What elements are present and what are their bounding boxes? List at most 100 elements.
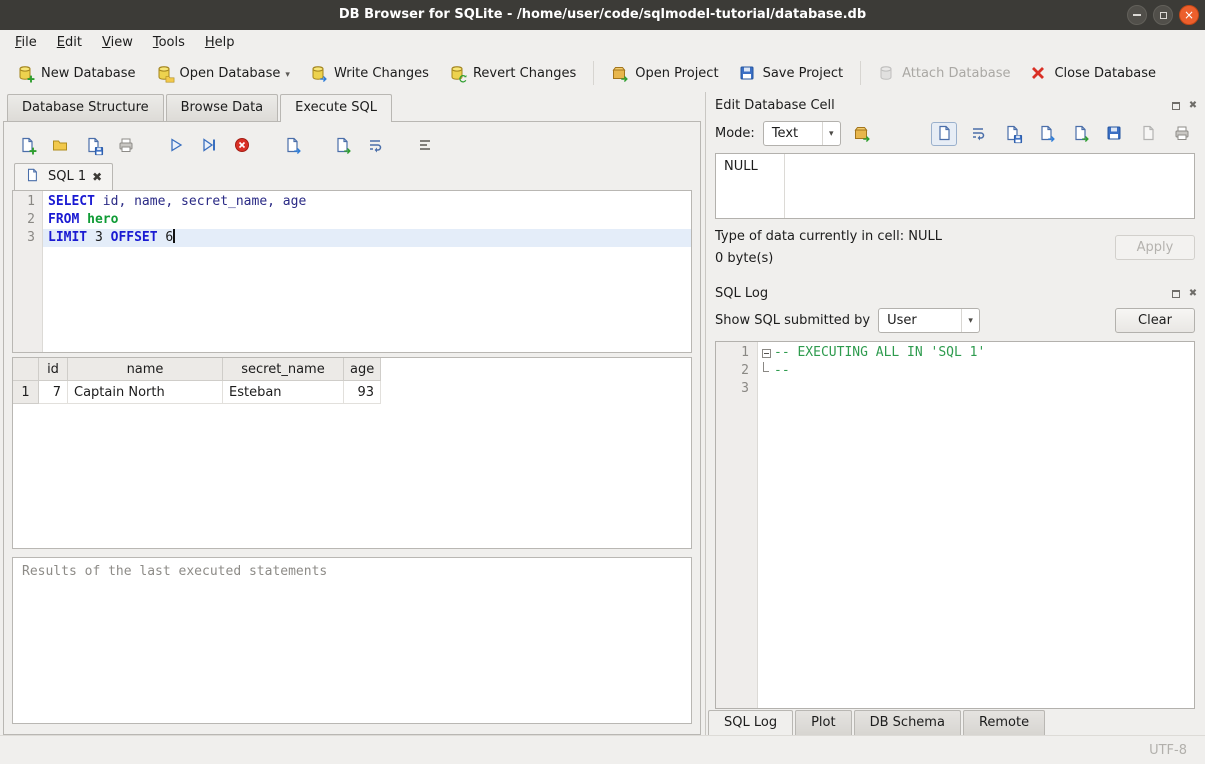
import-file-button[interactable] bbox=[1067, 122, 1093, 146]
find-replace-button[interactable] bbox=[362, 132, 388, 158]
maximize-button[interactable] bbox=[1153, 5, 1173, 25]
edit-cell-header: Edit Database Cell ✖ bbox=[706, 92, 1205, 117]
menu-edit[interactable]: Edit bbox=[48, 32, 91, 53]
find-replace-icon bbox=[367, 137, 384, 154]
bottom-tabbar: SQL Log Plot DB Schema Remote bbox=[706, 709, 1205, 735]
dock-icons: ✖ bbox=[1170, 100, 1199, 112]
cell-mode-row: Mode: Text ▾ bbox=[706, 117, 1205, 146]
copy-icon bbox=[1004, 125, 1021, 142]
execute-all-button[interactable] bbox=[163, 132, 189, 158]
sql-file-icon bbox=[25, 168, 42, 185]
new-sql-tab-button[interactable] bbox=[14, 132, 40, 158]
execute-all-icon bbox=[168, 137, 185, 154]
column-header-age[interactable]: age bbox=[344, 358, 381, 381]
results-header-row: id name secret_name age bbox=[13, 358, 691, 381]
write-changes-button[interactable]: Write Changes bbox=[301, 59, 438, 88]
float-dock-icon[interactable] bbox=[1170, 288, 1182, 300]
save-project-button[interactable]: Save Project bbox=[730, 59, 853, 88]
fold-marker-icon[interactable] bbox=[758, 344, 774, 362]
import-sql-button[interactable] bbox=[329, 132, 355, 158]
cell-size-info: 0 byte(s) bbox=[715, 251, 1115, 266]
cell-edit-area[interactable] bbox=[785, 154, 1194, 218]
open-sql-file-button[interactable] bbox=[47, 132, 73, 158]
sql-editor[interactable]: 1 2 3 SELECT id, name, secret_name, age … bbox=[12, 190, 692, 353]
code-line-3: LIMIT 3 OFFSET 6 bbox=[43, 229, 691, 247]
clear-log-button[interactable]: Clear bbox=[1115, 308, 1195, 333]
open-database-button[interactable]: Open Database ▾ bbox=[147, 59, 299, 88]
new-database-button[interactable]: New Database bbox=[8, 59, 145, 88]
new-database-icon bbox=[17, 65, 34, 82]
close-button[interactable]: × bbox=[1179, 5, 1199, 25]
tab-execute-sql[interactable]: Execute SQL bbox=[280, 94, 392, 122]
cell-type-info: Type of data currently in cell: NULL bbox=[715, 229, 1115, 244]
copy-cell-button[interactable] bbox=[999, 122, 1025, 146]
cell-value-editor[interactable]: NULL bbox=[715, 153, 1195, 219]
menu-tools[interactable]: Tools bbox=[144, 32, 194, 53]
cell-age[interactable]: 93 bbox=[344, 381, 381, 404]
format-sql-button[interactable] bbox=[412, 132, 438, 158]
cell-secret-name[interactable]: Esteban Rogelios bbox=[223, 381, 344, 404]
word-wrap-button[interactable] bbox=[965, 122, 991, 146]
execute-line-button[interactable] bbox=[196, 132, 222, 158]
text-mode-button[interactable] bbox=[931, 122, 957, 146]
close-database-button[interactable]: Close Database bbox=[1021, 59, 1165, 88]
line-number: 1 bbox=[716, 344, 749, 362]
minimize-button[interactable] bbox=[1127, 5, 1147, 25]
print-cell-button[interactable] bbox=[1169, 122, 1195, 146]
open-project-button[interactable]: Open Project bbox=[602, 59, 727, 88]
close-dock-icon[interactable]: ✖ bbox=[1187, 288, 1199, 300]
save-sql-file-button[interactable] bbox=[80, 132, 106, 158]
open-database-dropdown-icon[interactable]: ▾ bbox=[285, 70, 290, 82]
sql-tab[interactable]: SQL 1 ✖ bbox=[14, 163, 113, 190]
save-cell-button[interactable] bbox=[1101, 122, 1127, 146]
menu-file[interactable]: File bbox=[6, 32, 46, 53]
tab-remote[interactable]: Remote bbox=[963, 710, 1045, 735]
print-sql-button[interactable] bbox=[113, 132, 139, 158]
revert-changes-button[interactable]: Revert Changes bbox=[440, 59, 585, 88]
close-icon: × bbox=[1184, 8, 1194, 22]
maximize-icon bbox=[1160, 12, 1167, 19]
column-header-id[interactable]: id bbox=[39, 358, 68, 381]
save-cell-icon bbox=[1106, 125, 1123, 142]
export-cell-button[interactable] bbox=[1033, 122, 1059, 146]
results-corner-cell bbox=[13, 358, 39, 381]
printer-icon bbox=[118, 137, 135, 154]
export-results-button[interactable] bbox=[279, 132, 305, 158]
log-area[interactable]: -- EXECUTING ALL IN 'SQL 1' -- bbox=[758, 342, 1194, 708]
window-controls: × bbox=[1127, 5, 1199, 25]
menu-help[interactable]: Help bbox=[196, 32, 244, 53]
close-dock-icon[interactable]: ✖ bbox=[1187, 100, 1199, 112]
log-filter-combobox[interactable]: User ▾ bbox=[878, 308, 980, 333]
stop-execution-button[interactable] bbox=[229, 132, 255, 158]
export-icon bbox=[284, 137, 301, 154]
tab-sql-log[interactable]: SQL Log bbox=[708, 710, 793, 735]
toolbar-separator bbox=[593, 61, 594, 85]
column-header-name[interactable]: name bbox=[68, 358, 223, 381]
tab-db-schema[interactable]: DB Schema bbox=[854, 710, 961, 735]
revert-changes-icon bbox=[449, 65, 466, 82]
menu-view[interactable]: View bbox=[93, 32, 142, 53]
text-cursor bbox=[173, 229, 175, 243]
sql-tab-close-icon[interactable]: ✖ bbox=[92, 170, 102, 184]
close-database-icon bbox=[1030, 65, 1047, 82]
app-window: DB Browser for SQLite - /home/user/code/… bbox=[0, 0, 1205, 764]
row-number-cell: 1 bbox=[13, 381, 39, 404]
sql-log-view[interactable]: 1 2 3 -- EXECUTING ALL IN 'SQL 1' -- bbox=[715, 341, 1195, 709]
tab-browse-data[interactable]: Browse Data bbox=[166, 94, 279, 121]
log-filter-label: Show SQL submitted by bbox=[715, 313, 870, 328]
window-title: DB Browser for SQLite - /home/user/code/… bbox=[0, 0, 1205, 30]
code-area[interactable]: SELECT id, name, secret_name, age FROM h… bbox=[43, 191, 691, 352]
cell-id[interactable]: 7 bbox=[39, 381, 68, 404]
log-line-1: -- EXECUTING ALL IN 'SQL 1' bbox=[758, 344, 1194, 362]
tab-database-structure[interactable]: Database Structure bbox=[7, 94, 164, 121]
encoding-indicator[interactable]: UTF-8 bbox=[1149, 743, 1187, 758]
import-cell-data-button[interactable] bbox=[849, 122, 875, 146]
column-header-secret-name[interactable]: secret_name bbox=[223, 358, 344, 381]
float-dock-icon[interactable] bbox=[1170, 100, 1182, 112]
table-row[interactable]: 1 7 Captain North America Esteban Rogeli… bbox=[13, 381, 691, 404]
cell-info-row: Type of data currently in cell: NULL 0 b… bbox=[706, 219, 1205, 266]
tab-plot[interactable]: Plot bbox=[795, 710, 852, 735]
format-icon bbox=[417, 137, 434, 154]
mode-combobox[interactable]: Text ▾ bbox=[763, 121, 841, 146]
cell-name[interactable]: Captain North America bbox=[68, 381, 223, 404]
